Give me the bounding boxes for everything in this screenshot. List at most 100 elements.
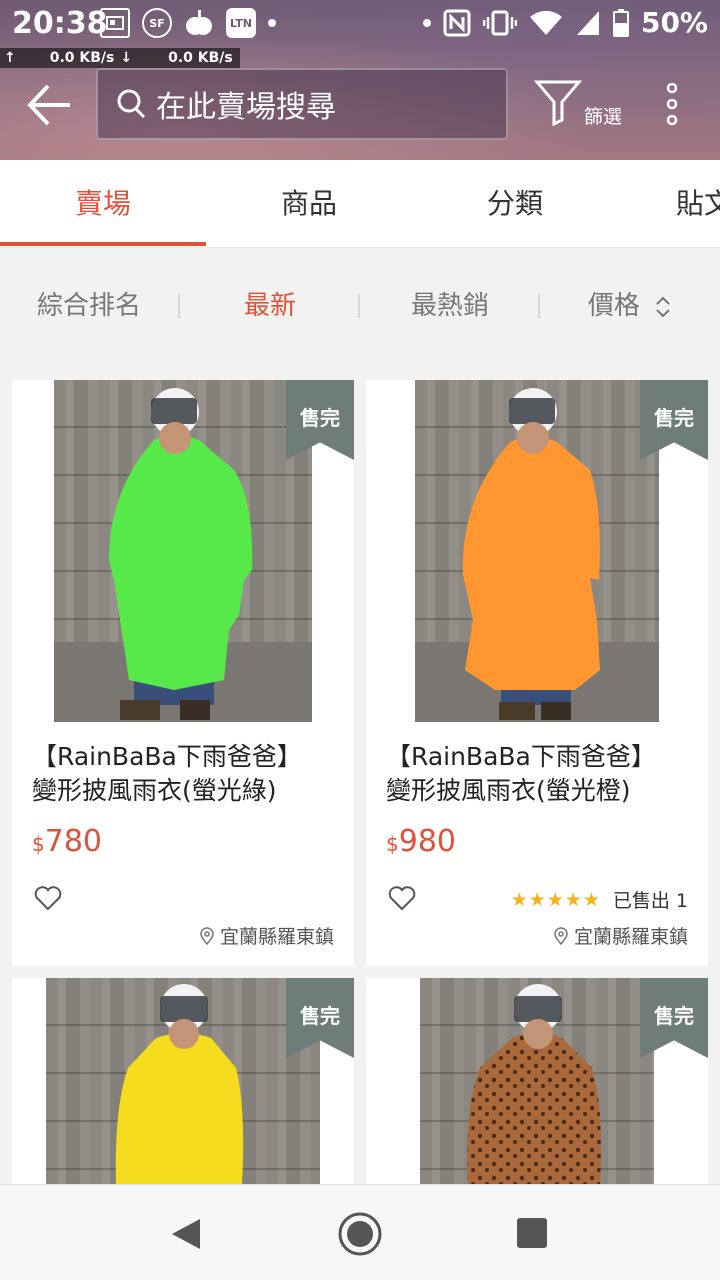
ltn-icon: LTN [226,8,256,38]
dot-icon [422,18,431,27]
search-icon [117,89,146,119]
product-image [54,380,312,722]
product-price: $780 [32,824,102,859]
raincoat-shape [462,437,600,690]
raincoat-shape [115,1033,244,1184]
star-rating-icons: ★★★★★ [510,888,601,911]
sold-out-badge: 售完 [286,380,354,460]
more-options-button[interactable] [660,82,684,126]
filter-button[interactable]: 篩選 [533,78,634,134]
back-nav-icon[interactable] [170,1217,202,1251]
header: 20:38 SF LTN 50% ↑ 0.0 KB/s ↓ 0.0 KB/s 在… [0,0,720,160]
product-rating: ★★★★★ 已售出 1 [511,886,688,913]
status-bar: 20:38 SF LTN 50% [0,0,720,50]
face [517,422,549,454]
raincoat-shape [109,435,253,690]
tab-products[interactable]: 商品 [206,160,412,247]
more-notifications-dot [268,19,276,27]
product-title-line1: 【RainBaBa下雨爸爸】 [386,742,656,771]
sort-newest[interactable]: 最新 [180,264,360,348]
arrow-left-icon [27,84,70,126]
wifi-icon [529,10,562,35]
sort-price[interactable]: 價格 [540,264,720,348]
battery-percent: 50% [640,6,708,39]
back-button[interactable] [26,82,72,128]
visor [160,996,208,1022]
price-value: 780 [44,824,102,859]
sort-best-selling[interactable]: 最熱銷 [360,264,540,348]
shoe [180,700,210,720]
location-pin-icon [554,926,568,945]
sf-icon: SF [142,8,172,38]
tab-store[interactable]: 賣場 [0,160,206,247]
more-vertical-icon [666,82,678,126]
visor [151,398,197,424]
download-speed: 0.0 KB/s [168,50,233,66]
heart-icon[interactable] [388,885,416,911]
tab-categories[interactable]: 分類 [412,160,618,247]
face [159,422,191,454]
shoe [120,700,160,720]
nfc-icon [443,9,471,36]
product-image [46,978,320,1184]
face [523,1019,553,1049]
face [169,1019,199,1049]
upload-speed: 0.0 KB/s [49,50,115,66]
visor [514,996,562,1022]
download-arrow-icon: ↓ [120,50,133,66]
product-location: 宜蘭縣羅東鎮 [554,922,688,949]
recents-nav-icon[interactable] [516,1217,548,1249]
status-time: 20:38 [12,6,108,41]
notification-icons: SF LTN [100,8,276,38]
product-title: 【RainBaBa下雨爸爸】 變形披風雨衣(螢光橙) [386,740,696,808]
raincoat-shape [467,1033,601,1184]
visor [509,398,555,424]
sold-count: 已售出 1 [612,890,688,912]
sold-out-badge: 售完 [286,978,354,1058]
product-image [415,380,659,722]
product-card[interactable]: 售完 【RainBaBa下雨爸爸】 變形披風雨衣(螢光橙) $980 ★★★★★… [366,380,708,966]
shoe [541,702,571,720]
heart-icon[interactable] [34,885,62,911]
location-text: 宜蘭縣羅東鎮 [573,926,688,948]
system-icons: 50% [422,6,708,39]
product-card[interactable]: 售完 [12,978,354,1184]
tab-posts[interactable]: 貼文 [676,160,720,247]
active-tab-indicator [0,242,206,246]
battery-icon [612,8,629,37]
network-speed: ↑ 0.0 KB/s ↓ 0.0 KB/s [0,48,240,68]
filter-icon [533,80,583,127]
product-title-line2: 變形披風雨衣(螢光綠) [32,776,277,805]
product-price: $980 [386,824,456,859]
signal-icon [576,10,599,35]
filter-label: 篩選 [584,106,623,128]
product-title-line1: 【RainBaBa下雨爸爸】 [32,742,302,771]
sold-out-badge: 售完 [640,978,708,1058]
shoe [499,702,535,720]
product-card[interactable]: 售完 [366,978,708,1184]
product-location: 宜蘭縣羅東鎮 [200,922,334,949]
currency-symbol: $ [386,832,399,856]
vibrate-icon [482,10,517,35]
product-card[interactable]: 售完 【RainBaBa下雨爸爸】 變形披風雨衣(螢光綠) $780 宜蘭縣羅東… [12,380,354,966]
sort-relevance[interactable]: 綜合排名 [0,264,178,348]
apple-daily-icon [186,10,212,35]
sort-bar: 綜合排名 最新 最熱銷 價格 [0,264,720,348]
store-search-input[interactable]: 在此賣場搜尋 [96,68,508,140]
upload-arrow-icon: ↑ [4,50,16,66]
currency-symbol: $ [32,832,45,856]
system-navigation-bar [0,1184,720,1280]
location-text: 宜蘭縣羅東鎮 [219,926,334,948]
product-title-line2: 變形披風雨衣(螢光橙) [386,776,631,805]
sort-price-label: 價格 [587,291,640,321]
home-nav-icon[interactable] [337,1211,383,1257]
news-icon [100,8,130,38]
product-title: 【RainBaBa下雨爸爸】 變形披風雨衣(螢光綠) [32,740,342,808]
store-tabs: 賣場 商品 分類 貼文 [0,160,720,248]
price-value: 980 [398,824,456,859]
product-image [420,978,654,1184]
search-placeholder: 在此賣場搜尋 [156,90,336,125]
location-pin-icon [200,926,214,945]
sort-updown-icon [656,296,670,317]
sold-out-badge: 售完 [640,380,708,460]
